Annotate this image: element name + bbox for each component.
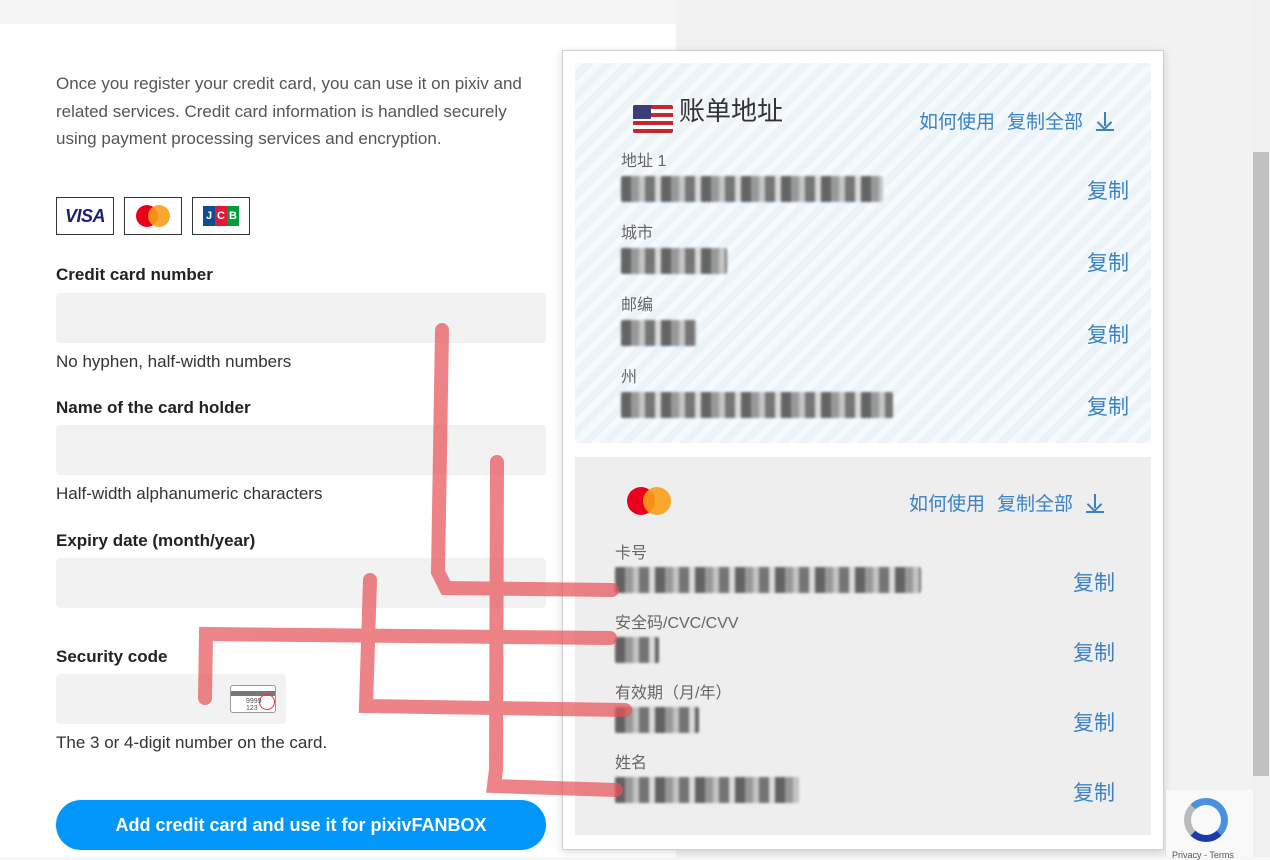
- city-label: 城市: [621, 225, 654, 242]
- cvc-value-redacted: [615, 637, 659, 663]
- card-number-label: Credit card number: [56, 265, 213, 284]
- download-icon[interactable]: [1085, 492, 1105, 514]
- flag-canton: [633, 105, 651, 119]
- card-number-value-redacted: [615, 567, 921, 593]
- visa-logo: VISA: [56, 197, 114, 235]
- recaptcha-links: Privacy - Terms: [1172, 850, 1234, 860]
- expiry-field-label: 有效期（月/年）: [615, 685, 732, 702]
- autofill-popup: 账单地址 如何使用 复制全部 地址 1 复制 城市 复制 邮编 复制 州 复制 …: [562, 50, 1164, 850]
- expiry-input[interactable]: [56, 558, 546, 608]
- name-field-label: 姓名: [615, 755, 648, 772]
- top-bar: [0, 0, 676, 24]
- card-number-copy-button[interactable]: 复制: [1073, 567, 1115, 597]
- jcb-logo: JCB: [192, 197, 250, 235]
- state-value-redacted: [621, 392, 893, 418]
- intro-text: Once you register your credit card, you …: [56, 74, 522, 148]
- card-info-section: 如何使用 复制全部 卡号 复制 安全码/CVC/CVV 复制 有效期（月/年） …: [575, 457, 1151, 835]
- zip-value-redacted: [621, 320, 697, 346]
- address-actions: 如何使用 复制全部: [919, 107, 1115, 134]
- address-copy-all-link[interactable]: 复制全部: [1007, 107, 1083, 134]
- expiry-value-redacted: [615, 707, 699, 733]
- card-back-icon: 9999 123: [230, 685, 276, 713]
- card-how-to-link[interactable]: 如何使用: [909, 489, 985, 516]
- cvc-highlight-ring: [259, 694, 275, 710]
- mastercard-icon: [136, 205, 170, 227]
- city-copy-button[interactable]: 复制: [1087, 247, 1129, 277]
- us-flag-icon: [633, 105, 673, 133]
- card-number-field-label: 卡号: [615, 545, 648, 562]
- recaptcha-icon: [1184, 798, 1228, 842]
- security-code-hint: The 3 or 4-digit number on the card.: [56, 733, 328, 752]
- expiry-label: Expiry date (month/year): [56, 531, 256, 550]
- scrollbar-thumb[interactable]: [1253, 152, 1269, 776]
- download-icon[interactable]: [1095, 110, 1115, 132]
- card-copy-all-link[interactable]: 复制全部: [997, 489, 1073, 516]
- address1-value-redacted: [621, 176, 883, 202]
- city-value-redacted: [621, 248, 727, 274]
- jcb-icon: JCB: [203, 206, 239, 226]
- card-brand-list: VISA JCB: [56, 197, 250, 235]
- card-number-input[interactable]: [56, 293, 546, 343]
- address1-label: 地址 1: [621, 153, 667, 170]
- recaptcha-terms-link[interactable]: Terms: [1209, 850, 1234, 860]
- cvc-field-label: 安全码/CVC/CVV: [615, 615, 739, 632]
- mastercard-logo: [124, 197, 182, 235]
- cvc-copy-button[interactable]: 复制: [1073, 637, 1115, 667]
- state-label: 州: [621, 369, 638, 386]
- recaptcha-privacy-link[interactable]: Privacy: [1172, 850, 1202, 860]
- visa-wordmark: VISA: [64, 205, 106, 226]
- address1-copy-button[interactable]: 复制: [1087, 175, 1129, 205]
- address-how-to-link[interactable]: 如何使用: [919, 107, 995, 134]
- recaptcha-badge[interactable]: Privacy - Terms: [1165, 790, 1253, 860]
- mastercard-icon: [627, 487, 671, 515]
- holder-name-hint: Half-width alphanumeric characters: [56, 484, 323, 503]
- billing-address-section: 账单地址 如何使用 复制全部 地址 1 复制 城市 复制 邮编 复制 州 复制: [575, 63, 1151, 443]
- zip-label: 邮编: [621, 297, 654, 314]
- billing-address-title: 账单地址: [679, 96, 784, 126]
- card-number-hint: No hyphen, half-width numbers: [56, 352, 292, 371]
- name-copy-button[interactable]: 复制: [1073, 777, 1115, 807]
- zip-copy-button[interactable]: 复制: [1087, 319, 1129, 349]
- holder-name-label: Name of the card holder: [56, 398, 251, 417]
- state-copy-button[interactable]: 复制: [1087, 391, 1129, 421]
- security-code-label: Security code: [56, 647, 168, 666]
- name-value-redacted: [615, 777, 799, 803]
- holder-name-input[interactable]: [56, 425, 546, 475]
- expiry-copy-button[interactable]: 复制: [1073, 707, 1115, 737]
- card-actions: 如何使用 复制全部: [909, 489, 1105, 516]
- add-card-button[interactable]: Add credit card and use it for pixivFANB…: [56, 800, 546, 850]
